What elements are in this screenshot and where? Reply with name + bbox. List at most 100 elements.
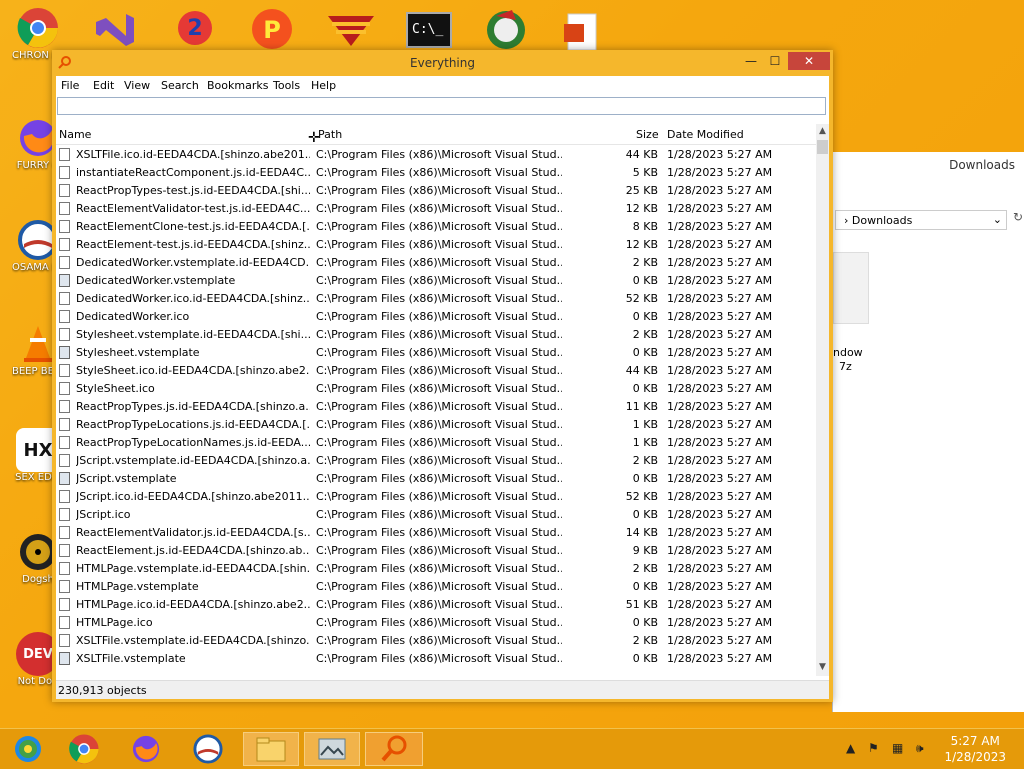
column-header-name[interactable]: Name [59, 128, 91, 141]
table-row[interactable]: instantiateReactComponent.js.id-EEDA4C..… [56, 163, 816, 181]
cell-size: 44 KB [625, 148, 658, 161]
clock[interactable]: 5:27 AM 1/28/2023 [944, 733, 1006, 765]
refresh-icon[interactable]: ↻ [1013, 210, 1024, 230]
cell-size: 9 KB [632, 544, 658, 557]
column-header-size[interactable]: Size [636, 128, 659, 141]
table-row[interactable]: ReactPropTypeLocationNames.js.id-EEDA...… [56, 433, 816, 451]
table-row[interactable]: JScript.vstemplate C:\Program Files (x86)… [56, 469, 816, 487]
menu-tools[interactable]: Tools [273, 79, 300, 92]
minimize-button[interactable]: — [738, 52, 764, 70]
table-row[interactable]: StyleSheet.ico.id-EEDA4CDA.[shinzo.abe2.… [56, 361, 816, 379]
cell-size: 0 KB [632, 346, 658, 359]
file-icon [59, 634, 70, 647]
cell-date: 1/28/2023 5:27 AM [667, 166, 773, 179]
table-row[interactable]: StyleSheet.ico C:\Program Files (x86)\Mic… [56, 379, 816, 397]
table-row[interactable]: HTMLPage.ico.id-EEDA4CDA.[shinzo.abe2...… [56, 595, 816, 613]
cell-path: C:\Program Files (x86)\Microsoft Visual … [316, 652, 562, 665]
cell-path: C:\Program Files (x86)\Microsoft Visual … [316, 598, 562, 611]
menu-view[interactable]: View [124, 79, 150, 92]
menu-help[interactable]: Help [311, 79, 336, 92]
template-file-icon [59, 274, 70, 287]
table-row[interactable]: ReactElementValidator.js.id-EEDA4CDA.[s.… [56, 523, 816, 541]
table-row[interactable]: HTMLPage.vstemplate.id-EEDA4CDA.[shin...… [56, 559, 816, 577]
table-row[interactable]: JScript.vstemplate.id-EEDA4CDA.[shinzo.a… [56, 451, 816, 469]
file-icon [59, 328, 70, 341]
table-row[interactable]: ReactPropTypes.js.id-EEDA4CDA.[shinzo.a.… [56, 397, 816, 415]
cell-size: 52 KB [625, 490, 658, 503]
table-row[interactable]: DedicatedWorker.vstemplate.id-EEDA4CD...… [56, 253, 816, 271]
scroll-up-icon[interactable]: ▲ [816, 126, 829, 136]
cell-size: 11 KB [625, 400, 658, 413]
chevron-down-icon[interactable]: ⌄ [993, 213, 1002, 226]
maximize-button[interactable]: ☐ [762, 52, 788, 70]
table-row[interactable]: DedicatedWorker.ico.id-EEDA4CDA.[shinz..… [56, 289, 816, 307]
status-bar: 230,913 objects [56, 680, 829, 699]
address-bar[interactable]: › Downloads ⌄ [835, 210, 1007, 230]
table-row[interactable]: XSLTFile.ico.id-EEDA4CDA.[shinzo.abe201.… [56, 145, 816, 163]
taskbar-everything[interactable] [365, 732, 423, 766]
cell-path: C:\Program Files (x86)\Microsoft Visual … [316, 634, 562, 647]
table-row[interactable]: DedicatedWorker.vstemplate C:\Program Fil… [56, 271, 816, 289]
visual-studio-icon[interactable] [92, 10, 138, 50]
cell-name: HTMLPage.vstemplate.id-EEDA4CDA.[shin... [76, 562, 310, 575]
table-row[interactable]: ReactPropTypeLocations.js.id-EEDA4CDA.[.… [56, 415, 816, 433]
taskbar-file-explorer[interactable] [243, 732, 299, 766]
taskbar-picture-viewer[interactable] [304, 732, 360, 766]
results-list[interactable]: XSLTFile.ico.id-EEDA4CDA.[shinzo.abe201.… [56, 145, 816, 675]
menu-search[interactable]: Search [161, 79, 199, 92]
p-app-icon[interactable]: P [248, 6, 296, 52]
table-row[interactable]: JScript.ico.id-EEDA4CDA.[shinzo.abe2011.… [56, 487, 816, 505]
file-icon [59, 562, 70, 575]
svg-text:2: 2 [187, 16, 202, 41]
table-row[interactable]: XSLTFile.vstemplate C:\Program Files (x86… [56, 649, 816, 667]
table-row[interactable]: XSLTFile.vstemplate.id-EEDA4CDA.[shinzo.… [56, 631, 816, 649]
table-row[interactable]: Stylesheet.vstemplate.id-EEDA4CDA.[shi..… [56, 325, 816, 343]
tray-overflow-icon[interactable]: ▲ [846, 741, 855, 755]
table-row[interactable]: ReactElementValidator-test.js.id-EEDA4C.… [56, 199, 816, 217]
volume-icon[interactable]: 🕪 [916, 741, 924, 756]
table-row[interactable]: ReactElement-test.js.id-EEDA4CDA.[shinz.… [56, 235, 816, 253]
scroll-thumb[interactable] [817, 140, 828, 154]
template-file-icon [59, 652, 70, 665]
everything-window[interactable]: Everything — ☐ ✕ File Edit View Search B… [52, 50, 833, 702]
file-icon [59, 508, 70, 521]
archive-file-icon[interactable] [833, 252, 869, 324]
table-row[interactable]: ReactElementClone-test.js.id-EEDA4CDA.[.… [56, 217, 816, 235]
menu-bookmarks[interactable]: Bookmarks [207, 79, 268, 92]
search-input[interactable] [57, 97, 826, 115]
background-explorer-window[interactable]: Downloads › Downloads ⌄ ↻ ndow 7z [832, 152, 1024, 712]
taskbar-firefox[interactable] [122, 732, 170, 766]
menu-edit[interactable]: Edit [93, 79, 114, 92]
close-button[interactable]: ✕ [788, 52, 830, 70]
office-document-icon[interactable] [562, 12, 602, 52]
menu-bar: File Edit View Search Bookmarks Tools He… [56, 76, 829, 94]
table-row[interactable]: ReactElement.js.id-EEDA4CDA.[shinzo.ab..… [56, 541, 816, 559]
cell-date: 1/28/2023 5:27 AM [667, 328, 773, 341]
globe-character-icon[interactable] [482, 6, 530, 52]
two-balloon-icon[interactable]: 2 [172, 8, 218, 52]
table-row[interactable]: ReactPropTypes-test.js.id-EEDA4CDA.[shi.… [56, 181, 816, 199]
emblem-icon[interactable] [326, 12, 376, 48]
title-bar[interactable]: Everything — ☐ ✕ [52, 50, 833, 76]
taskbar-chrome[interactable] [60, 732, 108, 766]
scroll-down-icon[interactable]: ▼ [816, 662, 829, 672]
start-button[interactable] [4, 732, 52, 766]
command-prompt-icon[interactable]: C:\_ [406, 12, 452, 48]
cell-name: HTMLPage.vstemplate [76, 580, 199, 593]
network-icon[interactable]: ▦ [892, 741, 903, 755]
cell-size: 2 KB [632, 256, 658, 269]
vertical-scrollbar[interactable]: ▲ ▼ [816, 124, 829, 676]
table-row[interactable]: HTMLPage.vstemplate C:\Program Files (x86… [56, 577, 816, 595]
column-header-date-modified[interactable]: Date Modified [667, 128, 744, 141]
file-icon [59, 418, 70, 431]
table-row[interactable]: JScript.ico C:\Program Files (x86)\Micros… [56, 505, 816, 523]
table-row[interactable]: HTMLPage.ico C:\Program Files (x86)\Micro… [56, 613, 816, 631]
cell-date: 1/28/2023 5:27 AM [667, 472, 773, 485]
menu-file[interactable]: File [61, 79, 79, 92]
table-row[interactable]: Stylesheet.vstemplate C:\Program Files (x… [56, 343, 816, 361]
action-center-flag-icon[interactable]: ⚑ [868, 741, 879, 755]
table-row[interactable]: DedicatedWorker.ico C:\Program Files (x86… [56, 307, 816, 325]
file-icon [59, 580, 70, 593]
file-icon [59, 526, 70, 539]
taskbar-obama[interactable] [184, 732, 232, 766]
